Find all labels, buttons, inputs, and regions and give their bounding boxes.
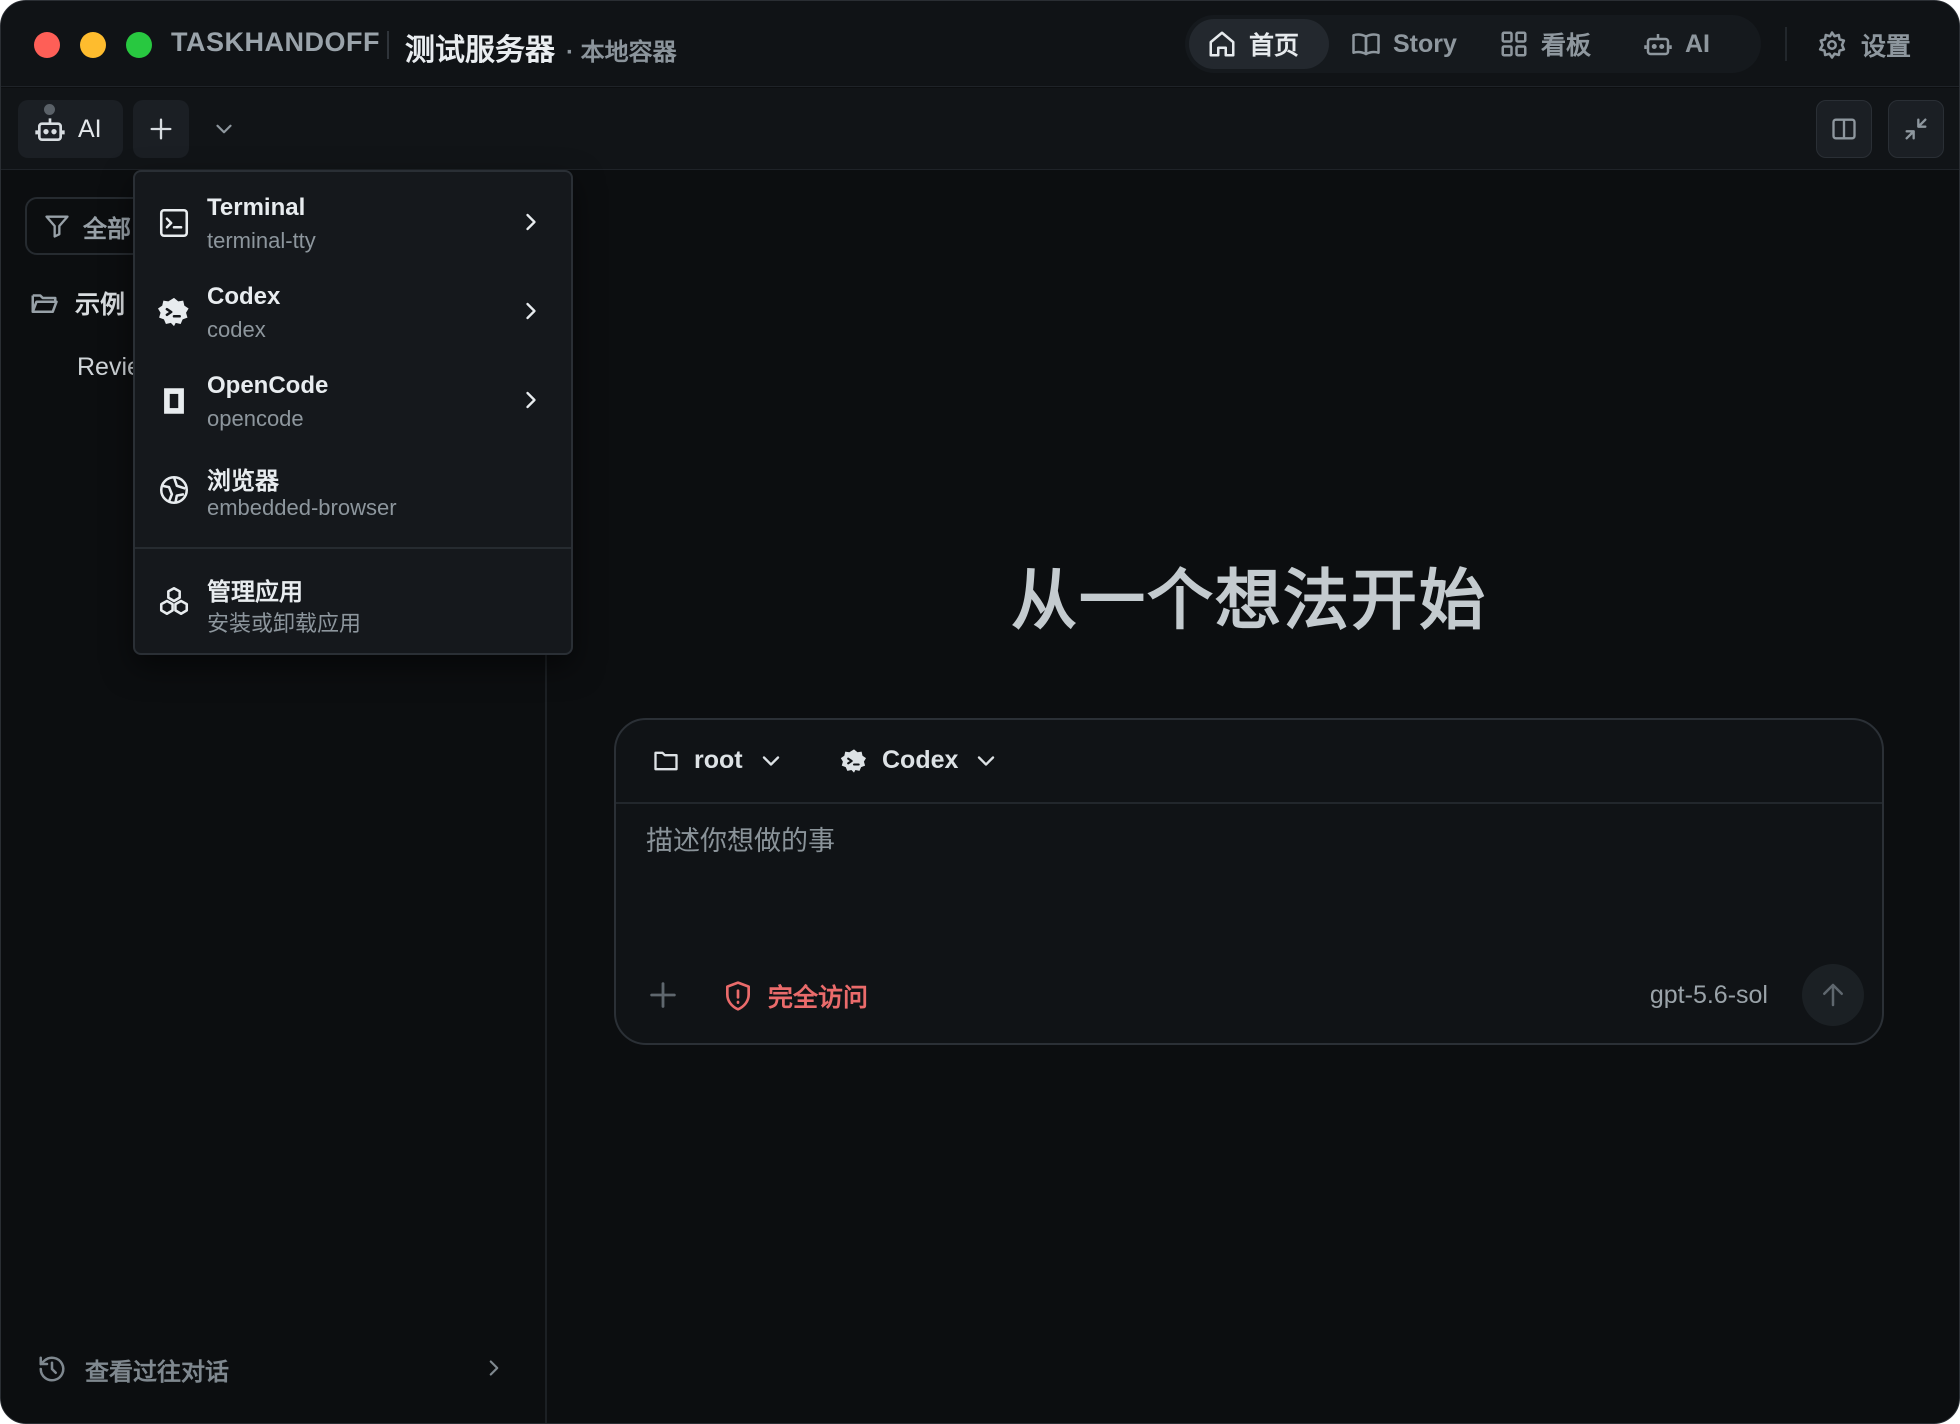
menu-item-opencode[interactable]: OpenCode opencode: [135, 358, 571, 444]
chevron-right-icon: [526, 302, 536, 320]
opencode-icon: [164, 388, 184, 414]
split-view-button[interactable]: [1816, 100, 1872, 158]
nav-story[interactable]: Story: [1333, 19, 1475, 69]
zoom-window-button[interactable]: [126, 32, 152, 58]
chevron-down-icon: [216, 124, 232, 134]
nav-story-label: Story: [1393, 29, 1457, 58]
composer: root Codex 完全访问 gpt-5.6-sol: [614, 718, 1884, 1045]
menu-item-title: Codex: [207, 283, 281, 310]
history-icon: [39, 1356, 65, 1382]
title-divider: [387, 31, 389, 59]
browser-icon: [159, 475, 189, 505]
nav-ai[interactable]: AI: [1625, 19, 1728, 69]
chevron-right-icon: [489, 1360, 499, 1376]
chevron-down-icon: [978, 755, 995, 766]
status-dot: [42, 102, 57, 117]
sidebar-folder[interactable]: 示例: [29, 285, 125, 321]
filter-label: 全部: [83, 215, 131, 243]
filter-icon: [45, 215, 69, 238]
menu-item-codex[interactable]: Codex codex: [135, 269, 571, 355]
new-tab-button[interactable]: [133, 100, 189, 158]
menu-divider: [135, 547, 571, 549]
menu-item-title: 管理应用: [207, 579, 303, 606]
robot-icon: [35, 118, 65, 141]
chevron-right-icon: [526, 213, 536, 231]
new-tab-menu: Terminal terminal-tty Codex codex OpenCo…: [133, 170, 573, 655]
tab-ai[interactable]: AI: [18, 100, 123, 158]
minimize-window-button[interactable]: [80, 32, 106, 58]
settings-button[interactable]: 设置: [1817, 27, 1911, 63]
history-label: 查看过往对话: [85, 1358, 229, 1386]
title-separator: [1785, 27, 1787, 61]
tab-menu-button[interactable]: [201, 100, 247, 158]
arrow-up-icon: [1823, 983, 1843, 1007]
send-button[interactable]: [1802, 964, 1864, 1026]
nav-home-label: 首页: [1249, 32, 1300, 60]
attach-plus-icon[interactable]: [646, 978, 680, 1012]
hero-title: 从一个想法开始: [1011, 563, 1487, 637]
directory-label: root: [694, 746, 743, 774]
plus-icon: [150, 118, 172, 140]
chevron-right-icon: [526, 391, 536, 409]
menu-item-title: OpenCode: [207, 372, 329, 399]
sidebar-item-review[interactable]: Revie: [77, 353, 141, 382]
nav-board[interactable]: 看板: [1481, 19, 1609, 69]
server-subtitle: · 本地容器: [566, 39, 677, 66]
composer-header: root Codex: [616, 720, 1882, 804]
tab-ai-label: AI: [78, 114, 102, 143]
folder-icon: [654, 751, 678, 770]
model-select[interactable]: gpt-5.6-sol: [1650, 981, 1768, 1010]
menu-item-title: 浏览器: [207, 468, 279, 495]
terminal-icon: [159, 208, 189, 238]
split-view-icon: [1832, 118, 1856, 140]
codex-icon: [840, 748, 867, 773]
robot-icon: [1644, 34, 1672, 56]
grid-icon: [1501, 31, 1527, 57]
gear-icon: [1818, 31, 1846, 59]
app-brand: TASKHANDOFF: [171, 27, 380, 57]
settings-label: 设置: [1861, 33, 1912, 61]
menu-item-subtitle: opencode: [207, 406, 304, 431]
server-name[interactable]: 测试服务器: [405, 25, 555, 69]
main-nav: 首页 Story 看板 AI: [1185, 15, 1761, 73]
nav-home[interactable]: 首页: [1189, 19, 1329, 69]
collapse-icon: [1905, 118, 1927, 140]
menu-item-terminal[interactable]: Terminal terminal-tty: [135, 180, 571, 266]
access-mode-button[interactable]: 完全访问: [722, 978, 868, 1014]
chevron-down-icon: [762, 755, 779, 766]
directory-select[interactable]: root: [652, 746, 785, 775]
shield-alert-icon: [726, 981, 750, 1011]
apps-icon: [159, 586, 189, 616]
app-window: TASKHANDOFF 测试服务器 · 本地容器 首页 Story 看板 AI: [0, 0, 1960, 1424]
nav-ai-label: AI: [1685, 29, 1710, 58]
home-icon: [1209, 31, 1235, 57]
agent-select[interactable]: Codex: [840, 746, 1000, 775]
menu-item-subtitle: terminal-tty: [207, 228, 316, 253]
codex-icon: [157, 297, 189, 327]
folder-open-icon: [31, 294, 58, 313]
nav-board-label: 看板: [1541, 32, 1592, 60]
menu-item-manage-apps[interactable]: 管理应用 安装或卸载应用: [135, 558, 571, 644]
tab-toolbar: AI: [1, 88, 1959, 170]
title-bar: TASKHANDOFF 测试服务器 · 本地容器 首页 Story 看板 AI: [1, 1, 1959, 87]
menu-item-browser[interactable]: 浏览器 embedded-browser: [135, 447, 571, 533]
menu-item-subtitle: 安装或卸载应用: [207, 611, 362, 636]
access-mode-label: 完全访问: [768, 984, 869, 1012]
collapse-button[interactable]: [1888, 100, 1944, 158]
menu-item-subtitle: codex: [207, 317, 266, 342]
sidebar-folder-label: 示例: [75, 291, 126, 319]
menu-item-subtitle: embedded-browser: [207, 495, 397, 520]
prompt-input[interactable]: [646, 826, 1846, 857]
book-icon: [1352, 33, 1380, 56]
close-window-button[interactable]: [34, 32, 60, 58]
menu-item-title: Terminal: [207, 194, 306, 221]
agent-label: Codex: [882, 746, 959, 774]
history-link[interactable]: 查看过往对话: [37, 1349, 507, 1389]
